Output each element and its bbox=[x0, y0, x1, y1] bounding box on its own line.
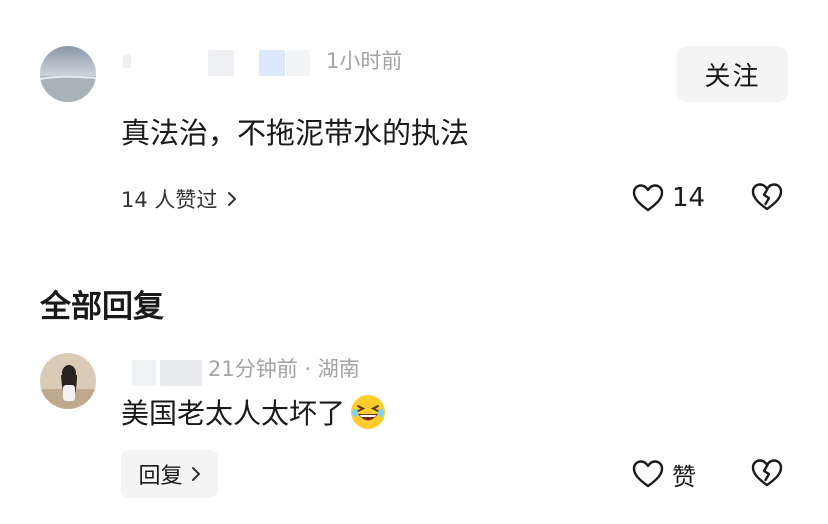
heart-icon bbox=[632, 459, 664, 489]
username-redacted[interactable] bbox=[123, 54, 131, 68]
like-button[interactable]: 14 bbox=[632, 180, 705, 216]
replies-heading: 全部回复 bbox=[40, 289, 164, 325]
chevron-right-icon bbox=[227, 191, 237, 207]
reply-body: 美国老太人太坏了 bbox=[121, 392, 387, 432]
like-label: 赞 bbox=[672, 462, 696, 491]
reply-button[interactable]: 回复 bbox=[121, 450, 218, 498]
username-redacted[interactable] bbox=[132, 360, 156, 386]
commenter-avatar[interactable] bbox=[40, 46, 96, 102]
reply-meta: 21分钟前 · 湖南 bbox=[208, 357, 360, 381]
broken-heart-icon bbox=[751, 182, 783, 212]
laughing-emoji-icon bbox=[349, 393, 387, 431]
likes-summary-link[interactable]: 14 人赞过 bbox=[121, 184, 237, 214]
username-redacted bbox=[259, 50, 285, 76]
like-count: 14 bbox=[672, 183, 706, 213]
reply-dislike-button[interactable] bbox=[751, 458, 783, 492]
comment-time: 1小时前 bbox=[326, 49, 403, 73]
username-redacted bbox=[208, 50, 234, 76]
reply-button-label: 回复 bbox=[138, 464, 183, 489]
username-redacted bbox=[286, 50, 310, 76]
reply-like-button[interactable]: 赞 bbox=[632, 456, 696, 492]
username-redacted bbox=[160, 360, 202, 386]
chevron-right-icon bbox=[191, 466, 201, 482]
reply-text: 美国老太人太坏了 bbox=[121, 397, 346, 430]
follow-button[interactable]: 关注 bbox=[677, 46, 788, 102]
comment-text: 真法治，不拖泥带水的执法 bbox=[121, 116, 470, 150]
broken-heart-icon bbox=[751, 458, 783, 488]
replier-avatar[interactable] bbox=[40, 353, 96, 409]
heart-icon bbox=[632, 183, 664, 213]
dislike-button[interactable] bbox=[751, 182, 783, 216]
likes-summary-text: 14 人赞过 bbox=[121, 188, 218, 212]
